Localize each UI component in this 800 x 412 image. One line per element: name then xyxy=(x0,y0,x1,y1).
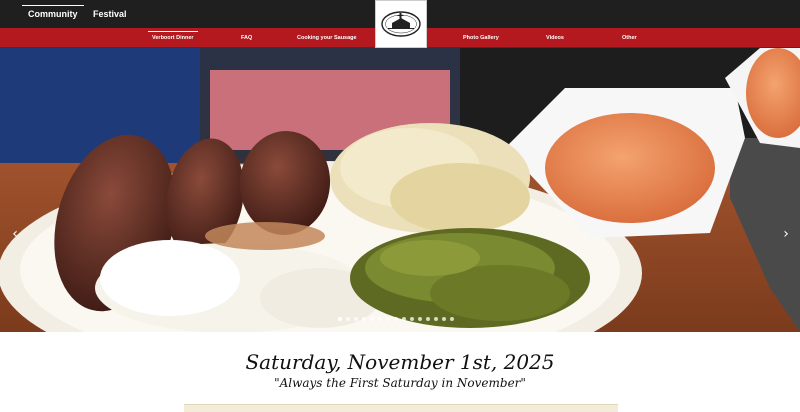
carousel-dot[interactable] xyxy=(338,317,342,321)
carousel-dot[interactable] xyxy=(410,317,414,321)
nav-item-verboort-dinner[interactable]: Verboort Dinner xyxy=(148,28,198,48)
carousel-dot[interactable] xyxy=(386,317,390,321)
carousel-dot[interactable] xyxy=(378,317,382,321)
logo-emblem-icon xyxy=(381,11,421,37)
decorative-banner xyxy=(184,404,618,412)
carousel-dot[interactable] xyxy=(418,317,422,321)
carousel-prev-icon[interactable]: ‹ xyxy=(8,226,22,242)
carousel-next-icon[interactable]: › xyxy=(779,226,793,242)
nav-item-videos[interactable]: Videos xyxy=(546,28,564,48)
tab-festival[interactable]: Festival xyxy=(93,0,127,28)
site-logo[interactable] xyxy=(375,0,427,48)
tab-community[interactable]: Community xyxy=(22,0,83,28)
nav-item-cooking[interactable]: Cooking your Sausage xyxy=(297,28,357,48)
hero-carousel[interactable]: ‹ › xyxy=(0,48,800,332)
event-tagline: "Always the First Saturday in November" xyxy=(274,376,526,390)
carousel-dot[interactable] xyxy=(354,317,358,321)
carousel-dot[interactable] xyxy=(442,317,446,321)
hero-food-photo xyxy=(0,48,800,332)
carousel-dot[interactable] xyxy=(402,317,406,321)
carousel-dot[interactable] xyxy=(346,317,350,321)
nav-item-photo-gallery[interactable]: Photo Gallery xyxy=(463,28,499,48)
carousel-dot[interactable] xyxy=(362,317,366,321)
carousel-dots xyxy=(338,317,454,323)
carousel-dot[interactable] xyxy=(450,317,454,321)
carousel-dot[interactable] xyxy=(394,317,398,321)
carousel-dot[interactable] xyxy=(370,317,374,321)
carousel-dot[interactable] xyxy=(426,317,430,321)
event-date: Saturday, November 1st, 2025 xyxy=(245,350,555,374)
carousel-dot[interactable] xyxy=(434,317,438,321)
nav-item-faq[interactable]: FAQ xyxy=(241,28,252,48)
nav-item-other[interactable]: Other xyxy=(622,28,637,48)
